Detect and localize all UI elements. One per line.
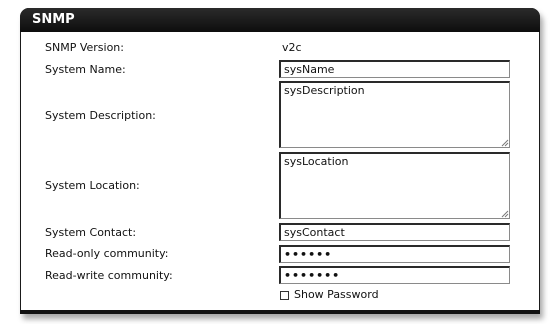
panel-header: SNMP xyxy=(20,8,540,32)
show-password-checkbox[interactable] xyxy=(280,290,289,300)
snmp-version-label: SNMP Version: xyxy=(45,41,124,54)
system-name-input[interactable] xyxy=(279,60,510,78)
system-contact-input[interactable] xyxy=(279,223,510,241)
system-contact-label: System Contact: xyxy=(45,226,137,239)
system-description-label: System Description: xyxy=(45,109,156,122)
show-password-toggle[interactable]: Show Password xyxy=(279,288,379,302)
system-location-textarea[interactable]: sysLocation xyxy=(279,152,510,219)
system-name-label: System Name: xyxy=(45,63,126,76)
system-location-wrapper: sysLocation xyxy=(279,152,510,219)
read-write-community-label: Read-write community: xyxy=(45,269,173,282)
show-password-label: Show Password xyxy=(294,288,379,301)
snmp-panel: SNMP SNMP Version: v2c System Name: Syst… xyxy=(20,8,540,314)
read-write-community-input[interactable]: ••••••• xyxy=(279,266,510,284)
system-description-wrapper: sysDescription xyxy=(279,81,510,148)
read-only-community-input[interactable]: •••••• xyxy=(279,245,510,263)
panel-title: SNMP xyxy=(32,12,75,27)
system-location-label: System Location: xyxy=(45,179,140,192)
snmp-version-value: v2c xyxy=(282,41,302,54)
panel-footer xyxy=(20,310,540,314)
system-description-textarea[interactable]: sysDescription xyxy=(279,81,510,148)
read-only-community-label: Read-only community: xyxy=(45,247,169,260)
